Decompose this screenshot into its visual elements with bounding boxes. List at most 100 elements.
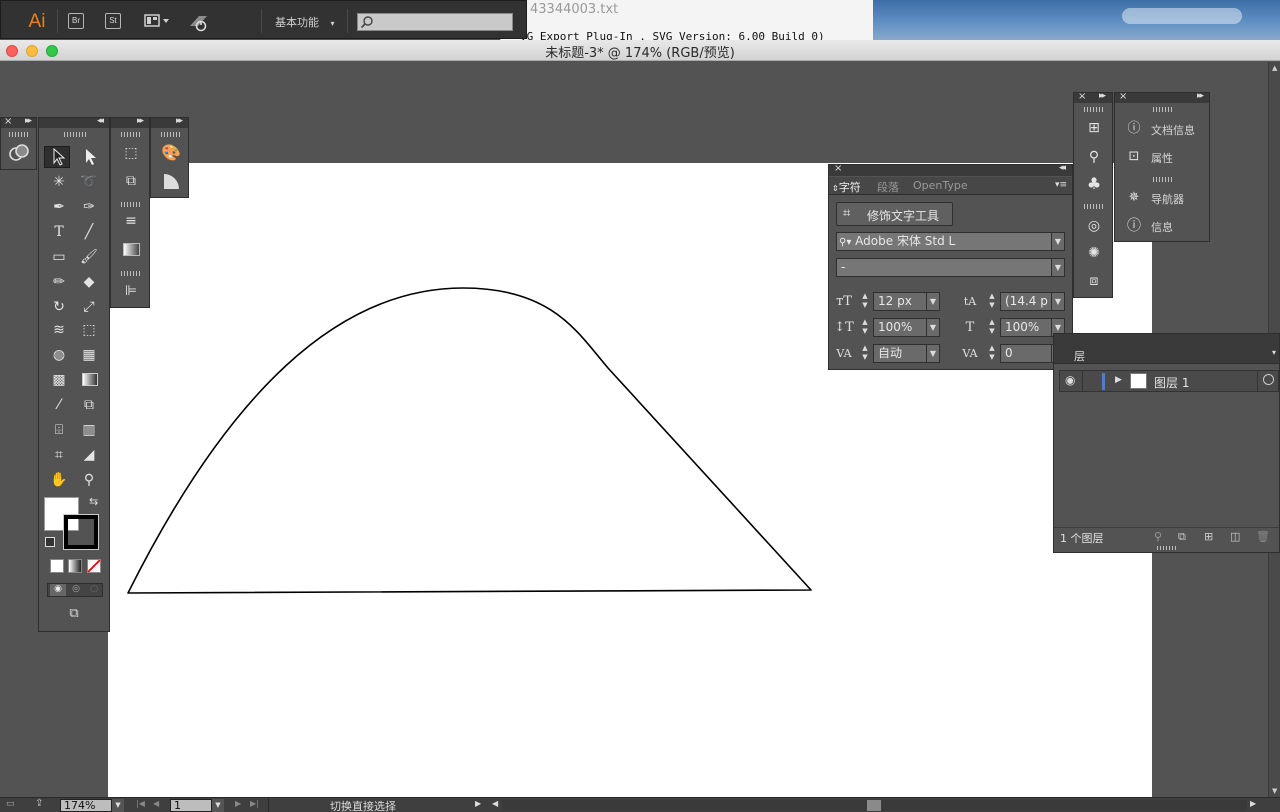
horizontal-scrollbar[interactable] [502, 800, 1247, 811]
close-panel-icon[interactable]: × [1078, 91, 1086, 102]
scroll-left-icon[interactable]: ◀ [492, 799, 498, 808]
scroll-right-icon[interactable]: ▶ [1250, 799, 1256, 808]
arrange-icon[interactable]: ⧉ [120, 170, 142, 192]
chevron-down-icon[interactable]: ▼ [1051, 232, 1065, 251]
tracking-stepper[interactable]: ▲ ▼ [986, 344, 998, 363]
panel-grip[interactable] [64, 132, 86, 137]
panel-header[interactable]: × ▸▸ [1, 116, 36, 128]
width-tool-icon[interactable]: ≋ [48, 319, 70, 341]
panel-grip[interactable] [161, 132, 181, 137]
curvature-tool-icon[interactable]: ✑ [78, 196, 100, 218]
lasso-icon[interactable]: ➰ [78, 171, 100, 193]
panel-header[interactable]: × ▸▸ [1074, 91, 1112, 103]
sync-settings-button[interactable] [187, 12, 211, 32]
align-icon[interactable]: ⊫ [120, 280, 142, 302]
panel-menu-icon[interactable]: ▾ [1272, 348, 1276, 357]
layer-name[interactable]: 图层 1 [1154, 374, 1189, 391]
panel-grip[interactable] [1153, 107, 1173, 112]
next-artboard-icon[interactable]: ▶ [235, 799, 241, 808]
brushes-icon[interactable]: ⚲ [1083, 146, 1105, 168]
paintbrush-icon[interactable]: 🖌 [78, 246, 100, 268]
collapse-panel-icon[interactable]: ◂◂ [1059, 163, 1066, 173]
dock-item-attributes[interactable]: ⊡ 属性 [1123, 147, 1207, 167]
kerning-input[interactable]: 自动 [873, 344, 927, 363]
trash-icon[interactable]: 🗑 [1256, 530, 1270, 543]
help-search-input[interactable] [357, 13, 513, 31]
bridge-button[interactable]: Br [68, 13, 84, 29]
panel-grip[interactable] [121, 132, 141, 137]
collapse-panel-icon[interactable]: ▸▸ [1197, 91, 1204, 101]
pencil-tool-icon[interactable]: ✏ [48, 271, 70, 293]
bell-curve-path[interactable] [127, 287, 812, 594]
workspace-switcher[interactable]: 基本功能 ▾ [275, 14, 335, 30]
chevron-down-icon[interactable]: ▼ [1051, 258, 1065, 277]
eyedropper-icon[interactable]: ⁄ [48, 394, 70, 416]
dock-item-navigator[interactable]: ✵ 导航器 [1123, 188, 1207, 208]
chevron-down-icon[interactable]: ▼ [926, 292, 940, 311]
stroke-panel-icon[interactable]: ≡ [120, 210, 142, 232]
layer-row[interactable]: ◉ ▶ 图层 1 [1059, 370, 1279, 392]
leading-stepper[interactable]: ▲ ▼ [986, 292, 998, 311]
new-layer-icon[interactable]: ◫ [1230, 530, 1240, 543]
none-mode-button[interactable] [87, 559, 101, 573]
panel-grip[interactable] [1084, 204, 1104, 209]
scale-tool-icon[interactable]: ⤢ [78, 296, 100, 318]
draw-inside-icon[interactable]: ◌ [86, 584, 102, 596]
touch-type-tool-button[interactable]: ⌗ 修饰文字工具 [836, 202, 953, 226]
previous-artboard-icon[interactable]: ◀ [153, 799, 159, 808]
swatches-icon[interactable]: ⊞ [1083, 117, 1105, 139]
last-artboard-icon[interactable]: ▶| [250, 799, 259, 808]
color-mode-button[interactable] [50, 559, 64, 573]
rotate-tool-icon[interactable]: ↻ [48, 296, 70, 318]
collapse-panel-icon[interactable]: ◂◂ [97, 116, 104, 126]
expand-panel-icon[interactable]: ▸▸ [176, 116, 183, 126]
appearance-icon[interactable]: ✺ [1083, 242, 1105, 264]
scrollbar-thumb[interactable] [867, 800, 881, 811]
slice-tool-icon[interactable]: ◢ [78, 444, 100, 466]
hand-tool-icon[interactable]: ✋ [48, 469, 70, 491]
target-icon[interactable] [1263, 374, 1274, 385]
gradient-tool-icon[interactable] [82, 373, 98, 386]
chevron-down-icon[interactable]: ▼ [926, 318, 940, 337]
tab-layers[interactable]: 层 [1074, 348, 1085, 364]
stock-button[interactable]: St [105, 13, 121, 29]
new-sublayer-icon[interactable]: ⊞ [1204, 530, 1213, 543]
panel-grip[interactable] [1157, 546, 1177, 550]
magic-wand-icon[interactable]: ✳ [48, 171, 70, 193]
libraries-icon[interactable]: ◎ [1083, 215, 1105, 237]
locate-object-icon[interactable]: ⚲ [1154, 530, 1162, 543]
clipping-mask-icon[interactable]: ⧉ [1178, 530, 1186, 544]
expand-panel-icon[interactable]: ▸▸ [137, 116, 144, 126]
expand-panel-icon[interactable]: ▸▸ [1099, 91, 1106, 101]
scroll-up-icon[interactable]: ▲ [1272, 64, 1277, 72]
vertical-scale-input[interactable]: 100% [873, 318, 927, 337]
close-panel-icon[interactable]: × [834, 163, 842, 174]
tracking-input[interactable]: 0 [1000, 344, 1052, 363]
arrange-documents-button[interactable] [144, 13, 170, 29]
artboard-dropdown-icon[interactable]: ▼ [212, 799, 224, 812]
leading-input[interactable]: (14.4 p [1000, 292, 1052, 311]
font-family-input[interactable]: ⚲▾ Adobe 宋体 Std L [836, 232, 1052, 251]
selection-tool[interactable] [44, 146, 70, 168]
chevron-down-icon[interactable]: ▼ [926, 344, 940, 363]
panel-header[interactable]: ▸▸ [111, 116, 149, 128]
direct-selection-icon[interactable] [78, 146, 100, 168]
screen-mode-icon[interactable]: ⧉ [63, 606, 85, 622]
pathfinder-icon[interactable] [8, 142, 30, 164]
panel-header[interactable]: ◂◂ [39, 116, 109, 128]
type-tool-icon[interactable]: T [48, 221, 70, 243]
column-graph-icon[interactable]: ▥ [78, 419, 100, 441]
artboard-tool-icon[interactable]: ⌗ [48, 444, 70, 466]
eye-icon[interactable]: ◉ [1065, 373, 1075, 387]
swap-fill-stroke-icon[interactable]: ⇆ [89, 495, 98, 508]
font-size-input[interactable]: 12 px [873, 292, 927, 311]
panel-grip[interactable] [121, 202, 141, 207]
symbol-sprayer-icon[interactable]: ⌹ [48, 419, 70, 441]
vertical-scale-stepper[interactable]: ▲ ▼ [859, 318, 871, 337]
gradient-panel-icon[interactable] [123, 243, 140, 256]
zoom-input[interactable]: 174% [60, 799, 112, 812]
gradient-mode-button[interactable] [68, 559, 82, 573]
transform-icon[interactable]: ⬚ [120, 142, 142, 164]
panel-grip[interactable] [121, 271, 141, 276]
panel-grip[interactable] [1153, 177, 1173, 182]
